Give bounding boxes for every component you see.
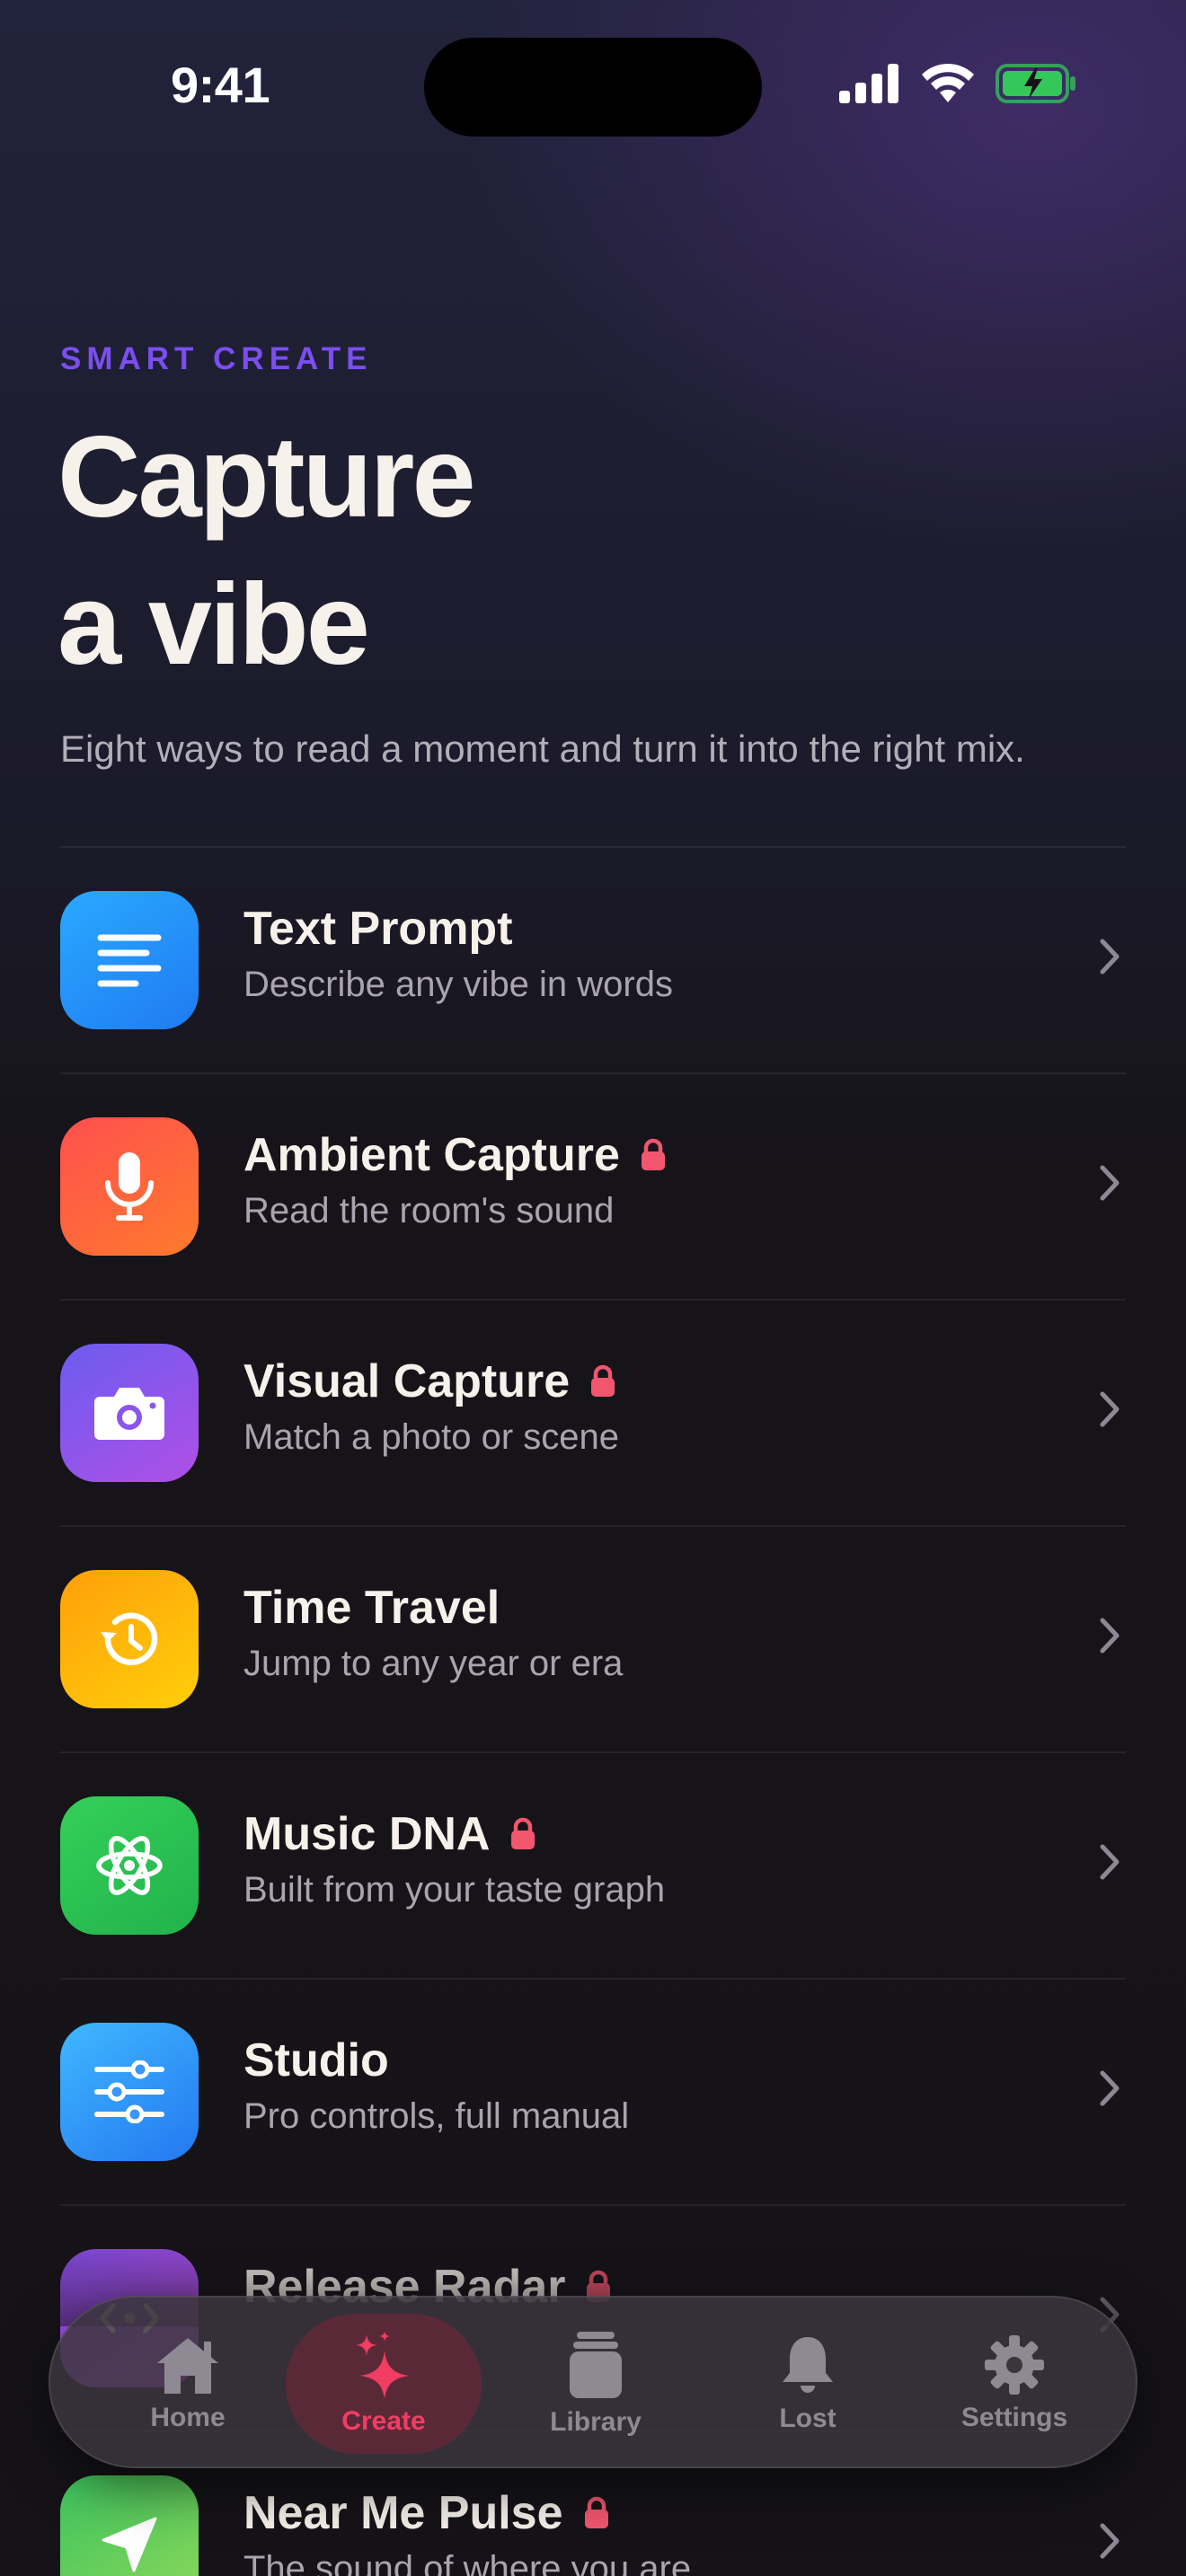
- chevron-right-icon: [1100, 1844, 1120, 1880]
- section-eyebrow: SMART CREATE: [60, 341, 373, 376]
- battery-charging-icon: [996, 64, 1075, 103]
- page-title: Capture a vibe: [58, 404, 1046, 699]
- tab-label: Library: [550, 2407, 642, 2437]
- mode-subtitle: Built from your taste graph: [243, 1870, 666, 1910]
- page-title-line-1: Capture: [58, 413, 476, 542]
- status-time: 9:41: [171, 57, 270, 113]
- tab-lost[interactable]: Lost: [710, 2314, 906, 2454]
- mode-title: Ambient Capture: [243, 1128, 667, 1182]
- mode-row-studio[interactable]: Studio Pro controls, full manual: [60, 1980, 1126, 2206]
- cellular-signal-icon: [839, 64, 898, 103]
- chevron-right-icon: [1100, 1618, 1120, 1654]
- mode-subtitle: Read the room's sound: [243, 1191, 615, 1231]
- atom-icon: [60, 1796, 199, 1935]
- chevron-right-icon: [1100, 1165, 1120, 1201]
- mode-title: Studio: [243, 2034, 389, 2086]
- mode-title: Time Travel: [243, 1582, 500, 1634]
- gear-icon: [985, 2335, 1044, 2395]
- mode-row-music-dna[interactable]: Music DNA Built from your taste graph: [60, 1753, 1126, 1980]
- lock-icon: [584, 2496, 608, 2528]
- mode-title: Text Prompt: [243, 903, 513, 955]
- chevron-right-icon: [1100, 1391, 1120, 1427]
- sliders-icon: [60, 2023, 199, 2161]
- mode-row-time-travel[interactable]: Time Travel Jump to any year or era: [60, 1527, 1126, 1753]
- mode-title: Music DNA: [243, 1807, 536, 1861]
- page-subtitle: Eight ways to read a moment and turn it …: [60, 728, 1025, 770]
- mode-subtitle: Jump to any year or era: [243, 1644, 624, 1683]
- tab-create[interactable]: Create: [286, 2314, 482, 2454]
- chevron-right-icon: [1100, 939, 1120, 975]
- bell-icon: [783, 2337, 833, 2393]
- mode-subtitle: Match a photo or scene: [243, 1417, 620, 1457]
- lock-icon: [641, 1138, 665, 1170]
- sparkles-icon: [356, 2331, 410, 2399]
- camera-icon: [60, 1344, 199, 1482]
- mode-row-text-prompt[interactable]: Text Prompt Describe any vibe in words: [60, 848, 1126, 1074]
- tab-bar: Home Create Library Lost Settings: [49, 2296, 1137, 2468]
- tab-label: Home: [150, 2403, 226, 2432]
- mode-row-ambient-capture[interactable]: Ambient Capture Read the room's sound: [60, 1074, 1126, 1301]
- tab-label: Settings: [960, 2403, 1068, 2432]
- status-icons: [839, 63, 1078, 104]
- microphone-icon: [60, 1117, 199, 1256]
- mode-subtitle: Pro controls, full manual: [243, 2096, 630, 2136]
- location-arrow-icon: [60, 2475, 199, 2576]
- tab-label: Create: [341, 2406, 426, 2436]
- tab-home[interactable]: Home: [90, 2314, 286, 2454]
- tab-library[interactable]: Library: [498, 2314, 694, 2454]
- tab-label: Lost: [779, 2404, 836, 2433]
- lock-icon: [591, 1364, 615, 1397]
- dynamic-island: [424, 38, 762, 137]
- library-stack-icon: [570, 2332, 622, 2398]
- mode-row-visual-capture[interactable]: Visual Capture Match a photo or scene: [60, 1301, 1126, 1527]
- chevron-right-icon: [1100, 2523, 1120, 2559]
- tab-settings[interactable]: Settings: [916, 2314, 1112, 2454]
- text-lines-icon: [60, 891, 199, 1029]
- chevron-right-icon: [1100, 2070, 1120, 2106]
- mode-subtitle: The sound of where you are: [243, 2549, 692, 2576]
- mode-title: Near Me Pulse: [243, 2486, 610, 2540]
- lock-icon: [511, 1817, 535, 1849]
- page-title-line-2: a vibe: [58, 560, 370, 689]
- house-icon: [157, 2338, 218, 2394]
- history-clock-icon: [60, 1570, 199, 1708]
- mode-subtitle: Describe any vibe in words: [243, 965, 673, 1004]
- mode-title: Visual Capture: [243, 1354, 616, 1408]
- wifi-icon: [922, 63, 974, 102]
